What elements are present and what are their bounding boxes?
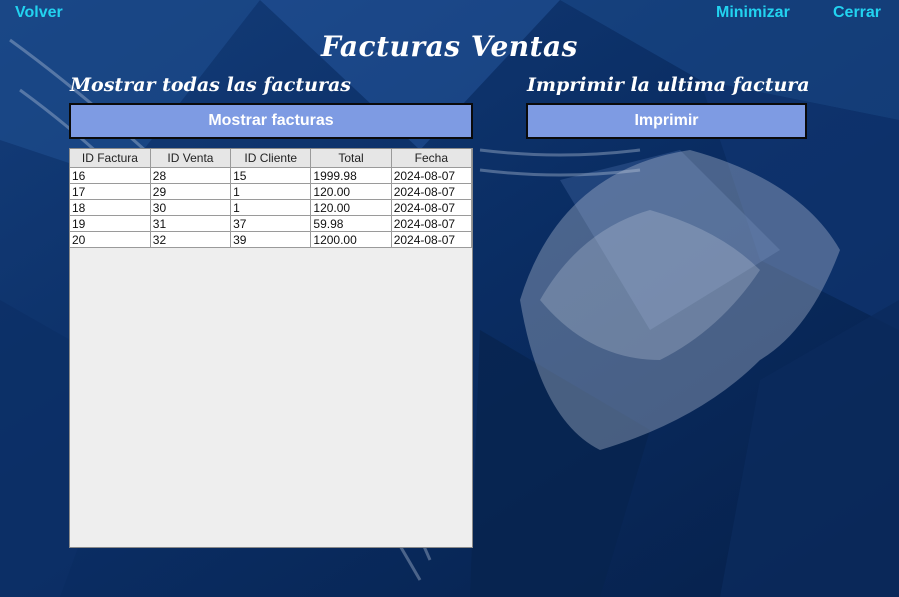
column-header[interactable]: ID Cliente <box>230 149 312 168</box>
table-cell: 20 <box>70 231 151 248</box>
table-cell: 39 <box>230 231 312 248</box>
back-button[interactable]: Volver <box>15 4 63 22</box>
table-cell: 1 <box>230 199 312 216</box>
table-cell: 28 <box>150 167 232 184</box>
table-cell: 32 <box>150 231 232 248</box>
table-cell: 2024-08-07 <box>391 199 473 216</box>
table-cell: 30 <box>150 199 232 216</box>
show-invoices-subtitle: Mostrar todas las facturas <box>70 74 351 96</box>
table-cell: 59.98 <box>310 215 392 232</box>
minimize-button[interactable]: Minimizar <box>716 4 790 22</box>
table-cell: 1 <box>230 183 312 200</box>
table-cell: 16 <box>70 167 151 184</box>
table-cell: 31 <box>150 215 232 232</box>
table-row[interactable]: 16 28 15 1999.98 2024-08-07 <box>70 167 473 184</box>
table-header-row: ID Factura ID Venta ID Cliente Total Fec… <box>70 149 473 168</box>
table-cell: 29 <box>150 183 232 200</box>
table-row[interactable]: 17 29 1 120.00 2024-08-07 <box>70 183 473 200</box>
column-header[interactable]: ID Venta <box>150 149 232 168</box>
table-cell: 18 <box>70 199 151 216</box>
table-cell: 15 <box>230 167 312 184</box>
table-row[interactable]: 18 30 1 120.00 2024-08-07 <box>70 199 473 216</box>
column-header[interactable]: ID Factura <box>70 149 151 168</box>
table-cell: 2024-08-07 <box>391 183 473 200</box>
table-cell: 19 <box>70 215 151 232</box>
column-header[interactable]: Fecha <box>391 149 473 168</box>
invoices-table: ID Factura ID Venta ID Cliente Total Fec… <box>70 149 473 248</box>
print-button[interactable]: Imprimir <box>526 103 807 139</box>
table-row[interactable]: 19 31 37 59.98 2024-08-07 <box>70 215 473 232</box>
table-cell: 1200.00 <box>310 231 392 248</box>
table-cell: 120.00 <box>310 183 392 200</box>
column-header[interactable]: Total <box>310 149 392 168</box>
table-row[interactable]: 20 32 39 1200.00 2024-08-07 <box>70 231 473 248</box>
table-cell: 2024-08-07 <box>391 231 473 248</box>
table-cell: 2024-08-07 <box>391 167 473 184</box>
table-cell: 37 <box>230 215 312 232</box>
close-button[interactable]: Cerrar <box>833 4 881 22</box>
page-title: Facturas Ventas <box>321 30 578 63</box>
invoices-table-panel[interactable]: ID Factura ID Venta ID Cliente Total Fec… <box>69 148 473 548</box>
print-invoice-subtitle: Imprimir la ultima factura <box>527 74 810 96</box>
show-invoices-button[interactable]: Mostrar facturas <box>69 103 473 139</box>
table-cell: 1999.98 <box>310 167 392 184</box>
table-cell: 17 <box>70 183 151 200</box>
table-cell: 120.00 <box>310 199 392 216</box>
table-cell: 2024-08-07 <box>391 215 473 232</box>
